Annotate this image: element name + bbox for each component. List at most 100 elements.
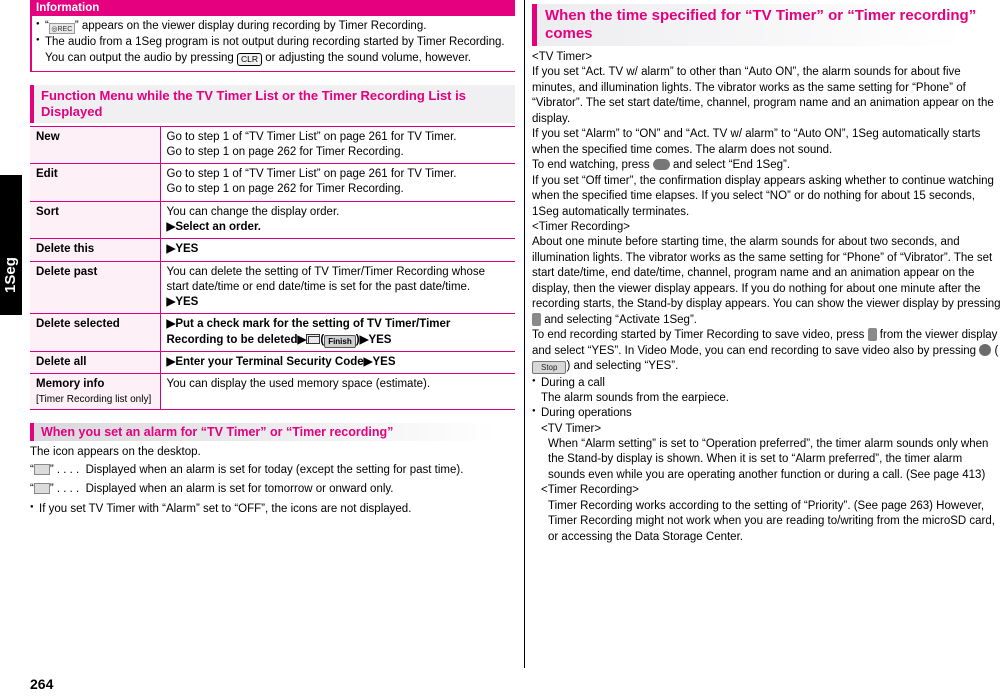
row-label: Edit — [30, 163, 161, 202]
function-menu-heading: Function Menu while the TV Timer List or… — [30, 84, 515, 123]
row-desc-step: ▶Enter your Terminal Security Code▶YES — [166, 355, 396, 368]
row-label-note: [Timer Recording list only] — [36, 393, 152, 405]
row-desc: Go to step 1 of “TV Timer List” on page … — [160, 163, 515, 202]
row-desc: You can delete the setting of TV Timer/T… — [160, 260, 515, 315]
row-desc-step: ▶YES — [166, 243, 199, 256]
row-desc: ▶Put a check mark for the setting of TV … — [160, 313, 515, 352]
page-number: 264 — [30, 676, 54, 692]
row-label: Delete all — [30, 350, 161, 375]
right-section-body: <TV Timer> If you set “Act. TV w/ alarm”… — [532, 50, 1001, 545]
timer-recording-paragraph-2a: To end recording started by Timer Record… — [532, 329, 865, 342]
function-menu-heading-text: Function Menu while the TV Timer List or… — [41, 87, 466, 119]
bullet-sub-tv-timer-text: When “Alarm setting” is set to “Operatio… — [548, 437, 989, 481]
tv-timer-paragraph-1: If you set “Act. TV w/ alarm” to other t… — [532, 66, 994, 125]
bullet-during-a-call: During a call — [532, 376, 1001, 391]
right-section-heading: When the time specified for “TV Timer” o… — [532, 4, 1001, 46]
table-row: New Go to step 1 of “TV Timer List” on p… — [30, 125, 515, 165]
info-item-1-text: ” appears on the viewer display during r… — [74, 20, 427, 32]
off-timer-paragraph: If you set “Off timer”, the confirmation… — [532, 174, 994, 218]
bullet-sub-timer-recording-tag: <Timer Recording> — [541, 484, 640, 497]
row-desc-line: Go to step 1 of “TV Timer List” on page … — [166, 168, 457, 181]
page: 1Seg 264 Information “◎REC” appears on t… — [0, 0, 1001, 697]
alarm-section-body: The icon appears on the desktop. “” . . … — [30, 445, 515, 517]
bullet-during-a-call-label: During a call — [541, 376, 605, 389]
info-item-2-text-2: or adjusting the sound volume, however. — [262, 51, 472, 64]
bullet-during-a-call-text: The alarm sounds from the earpiece. — [541, 391, 729, 404]
end-key-icon — [652, 159, 670, 171]
timer-recording-paragraph-1b: and selecting “Activate 1Seg”. — [541, 313, 697, 326]
alarm-today-text: Displayed when an alarm is set for today… — [85, 464, 464, 477]
row-desc-line: Go to step 1 on page 262 for Timer Recor… — [166, 145, 404, 158]
row-desc-line: You can display the used memory space (e… — [166, 378, 431, 391]
right-column: When the time specified for “TV Timer” o… — [532, 0, 1001, 545]
table-row: Sort You can change the display order. ▶… — [30, 200, 515, 240]
alarm-tomorrow-icon — [33, 483, 50, 495]
table-row: Delete past You can delete the setting o… — [30, 260, 515, 315]
row-desc-line: You can change the display order. — [166, 205, 340, 218]
end-watching-post: and select “End 1Seg”. — [669, 159, 791, 172]
alarm-icon-line-tomorrow: “” . . . . Displayed when an alarm is se… — [30, 483, 394, 496]
end-watching-pre: To end watching, press — [532, 159, 653, 172]
timer-recording-label: <Timer Recording> — [532, 220, 631, 233]
stop-softkey-icon: Stop — [532, 361, 567, 375]
alarm-section-intro: The icon appears on the desktop. — [30, 445, 201, 458]
row-label: Delete selected — [30, 313, 161, 352]
side-key-icon — [532, 312, 541, 326]
alarm-section-note-text: If you set TV Timer with “Alarm” set to … — [39, 502, 412, 515]
information-box-title: Information — [30, 0, 515, 16]
timer-recording-paragraph-1: About one minute before starting time, t… — [532, 235, 1001, 328]
alarm-section-heading: When you set an alarm for “TV Timer” or … — [30, 422, 515, 441]
row-desc-step: ▶YES — [166, 296, 199, 309]
rec-indicator-icon: ◎REC — [48, 23, 75, 34]
row-label: Delete past — [30, 260, 161, 315]
bullet-during-operations-label: During operations — [541, 407, 632, 420]
row-label-text: Memory info — [36, 378, 105, 391]
tv-timer-label: <TV Timer> — [532, 51, 593, 63]
center-key-icon — [979, 343, 992, 356]
row-desc: You can change the display order. ▶Selec… — [160, 200, 515, 240]
function-menu-table: New Go to step 1 of “TV Timer List” on p… — [30, 125, 515, 410]
timer-recording-paragraph-2c: ( — [991, 344, 999, 357]
alarm-icon-line-today: “” . . . . Displayed when an alarm is se… — [30, 464, 464, 477]
row-desc-step-text-2: ▶YES — [359, 333, 392, 346]
timer-recording-paragraph-1-text: About one minute before starting time, t… — [532, 236, 1001, 311]
section-tab-1seg: 1Seg — [0, 175, 22, 315]
alarm-section-heading-text: When you set an alarm for “TV Timer” or … — [41, 424, 394, 439]
row-desc-step: ▶Put a check mark for the setting of TV … — [166, 318, 451, 348]
row-desc: ▶Enter your Terminal Security Code▶YES — [160, 350, 515, 375]
information-item-2: The audio from a 1Seg program is not out… — [36, 35, 511, 66]
column-divider — [524, 0, 525, 668]
table-row: Edit Go to step 1 of “TV Timer List” on … — [30, 163, 515, 202]
right-section-heading-text: When the time specified for “TV Timer” o… — [545, 7, 977, 42]
bullet-sub-tv-timer-tag: <TV Timer> — [541, 422, 602, 435]
section-tab-label: 1Seg — [2, 257, 19, 293]
row-desc-step: ▶Select an order. — [166, 220, 262, 233]
table-row: Delete all ▶Enter your Terminal Security… — [30, 350, 515, 375]
tv-timer-paragraph-2: If you set “Alarm” to “ON” and “Act. TV … — [532, 128, 981, 156]
information-item-1: “◎REC” appears on the viewer display dur… — [36, 19, 511, 34]
table-row: Delete selected ▶Put a check mark for th… — [30, 313, 515, 352]
mail-key-icon — [306, 333, 321, 344]
table-row: Delete this ▶YES — [30, 238, 515, 262]
alarm-today-icon — [33, 464, 50, 476]
row-desc: ▶YES — [160, 238, 515, 262]
row-desc: You can display the used memory space (e… — [160, 373, 515, 410]
end-watching-paragraph: To end watching, press and select “End 1… — [532, 158, 1001, 173]
row-desc-line: Go to step 1 on page 262 for Timer Recor… — [166, 183, 404, 196]
left-column: Information “◎REC” appears on the viewer… — [30, 0, 515, 517]
row-desc-line: You can delete the setting of TV Timer/T… — [166, 265, 486, 293]
row-label: Delete this — [30, 238, 161, 262]
row-desc: Go to step 1 of “TV Timer List” on page … — [160, 125, 515, 165]
timer-recording-paragraph-2: To end recording started by Timer Record… — [532, 328, 1001, 375]
row-label: Sort — [30, 200, 161, 240]
bullet-sub-timer-recording-text: Timer Recording works according to the s… — [548, 499, 995, 543]
row-label: New — [30, 125, 161, 165]
record-side-key-icon — [867, 328, 877, 342]
table-row: Memory info [Timer Recording list only] … — [30, 373, 515, 410]
row-desc-line: Go to step 1 of “TV Timer List” on page … — [166, 130, 457, 143]
timer-recording-paragraph-2d: ) and selecting “YES”. — [566, 360, 679, 373]
bullet-during-operations: During operations — [532, 406, 1001, 421]
row-label: Memory info [Timer Recording list only] — [30, 373, 161, 410]
information-box-body: “◎REC” appears on the viewer display dur… — [30, 16, 515, 72]
finish-softkey-icon: Finish — [324, 334, 356, 348]
